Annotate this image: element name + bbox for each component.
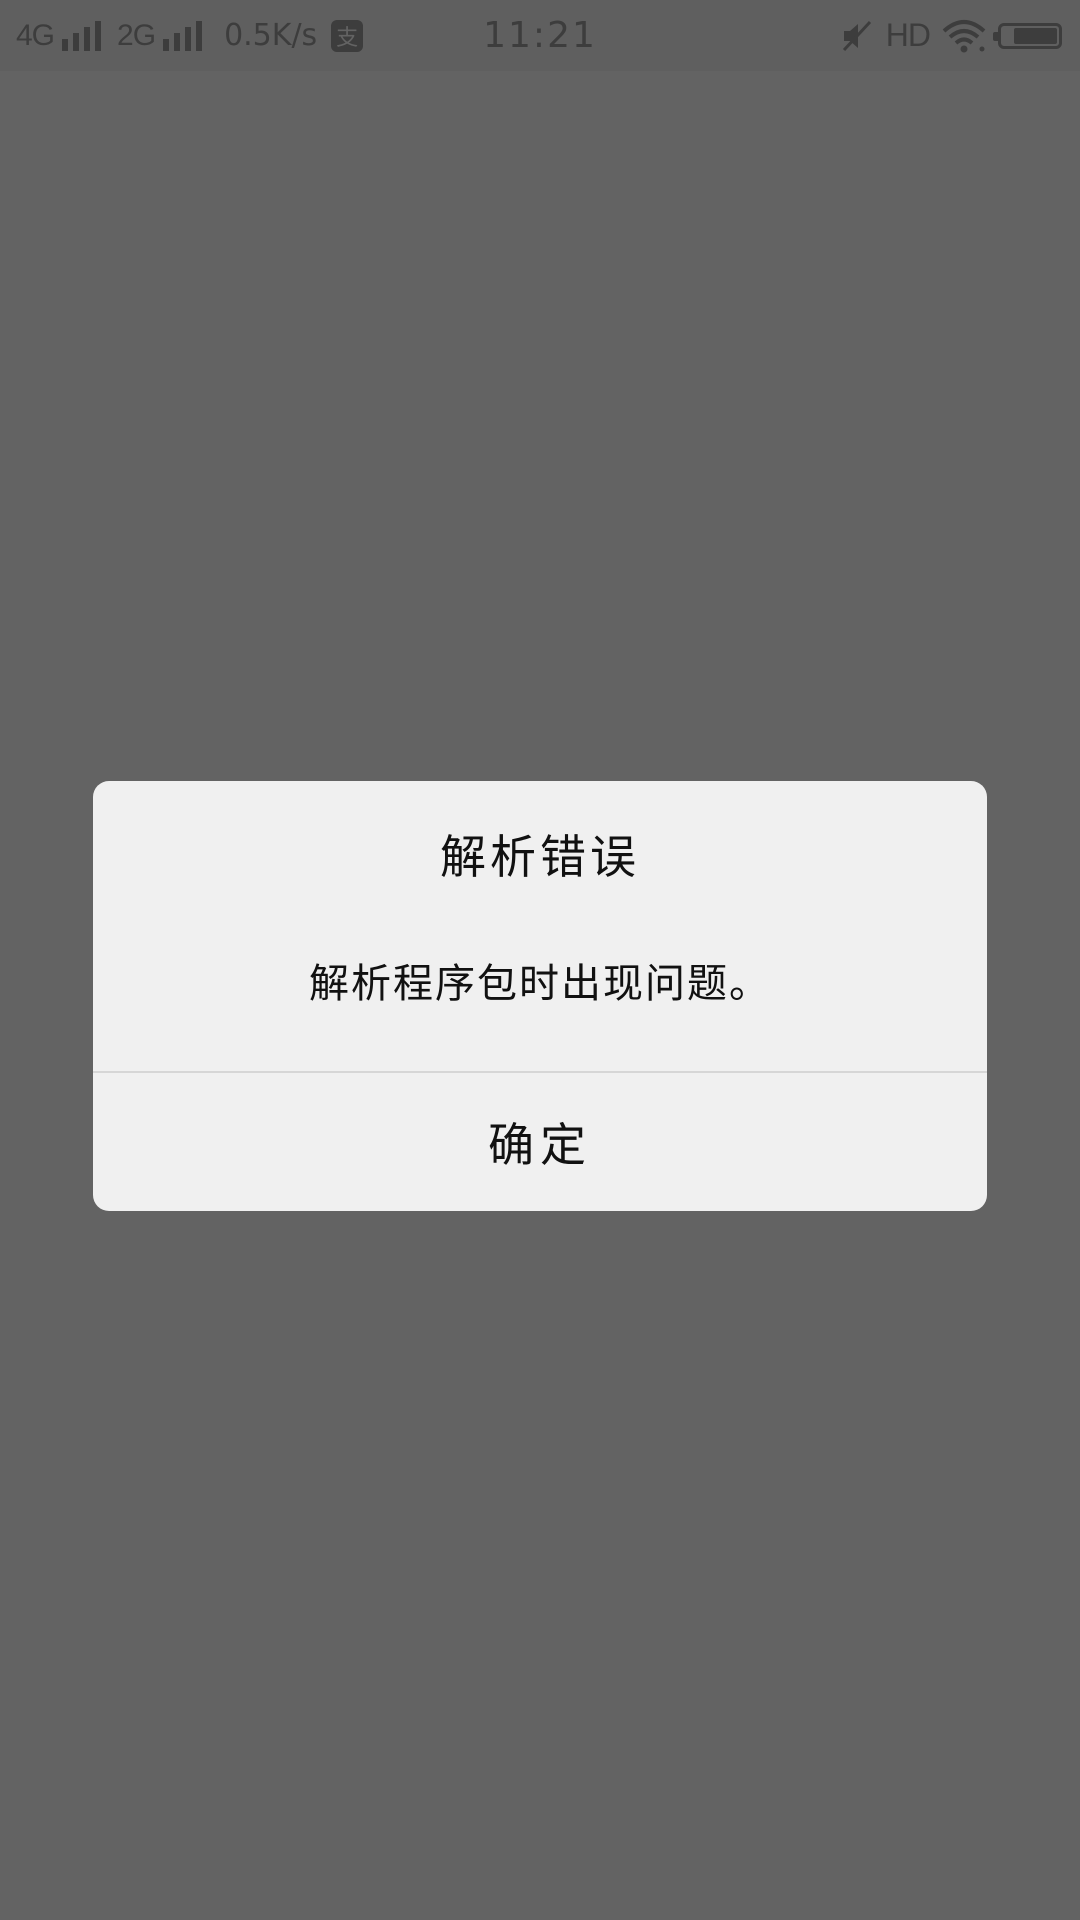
ok-button[interactable]: 确定 bbox=[93, 1073, 987, 1211]
dialog-message: 解析程序包时出现问题。 bbox=[309, 961, 771, 1007]
parse-error-dialog: 解析错误 解析程序包时出现问题。 确定 bbox=[93, 781, 987, 1211]
hd-label: HD bbox=[885, 17, 931, 53]
wifi-icon bbox=[942, 19, 986, 52]
status-bar-right: HD bbox=[840, 0, 1062, 71]
status-bar: 4G 2G 0.5K/s 支 11:21 HD bbox=[0, 0, 1080, 71]
screen: 4G 2G 0.5K/s 支 11:21 HD 解析错误 解析程序包时出现问题。… bbox=[0, 0, 1080, 1920]
battery-level bbox=[1013, 27, 1057, 44]
mute-icon bbox=[842, 20, 871, 51]
battery-icon bbox=[993, 22, 1062, 49]
dialog-title: 解析错误 bbox=[440, 830, 640, 884]
